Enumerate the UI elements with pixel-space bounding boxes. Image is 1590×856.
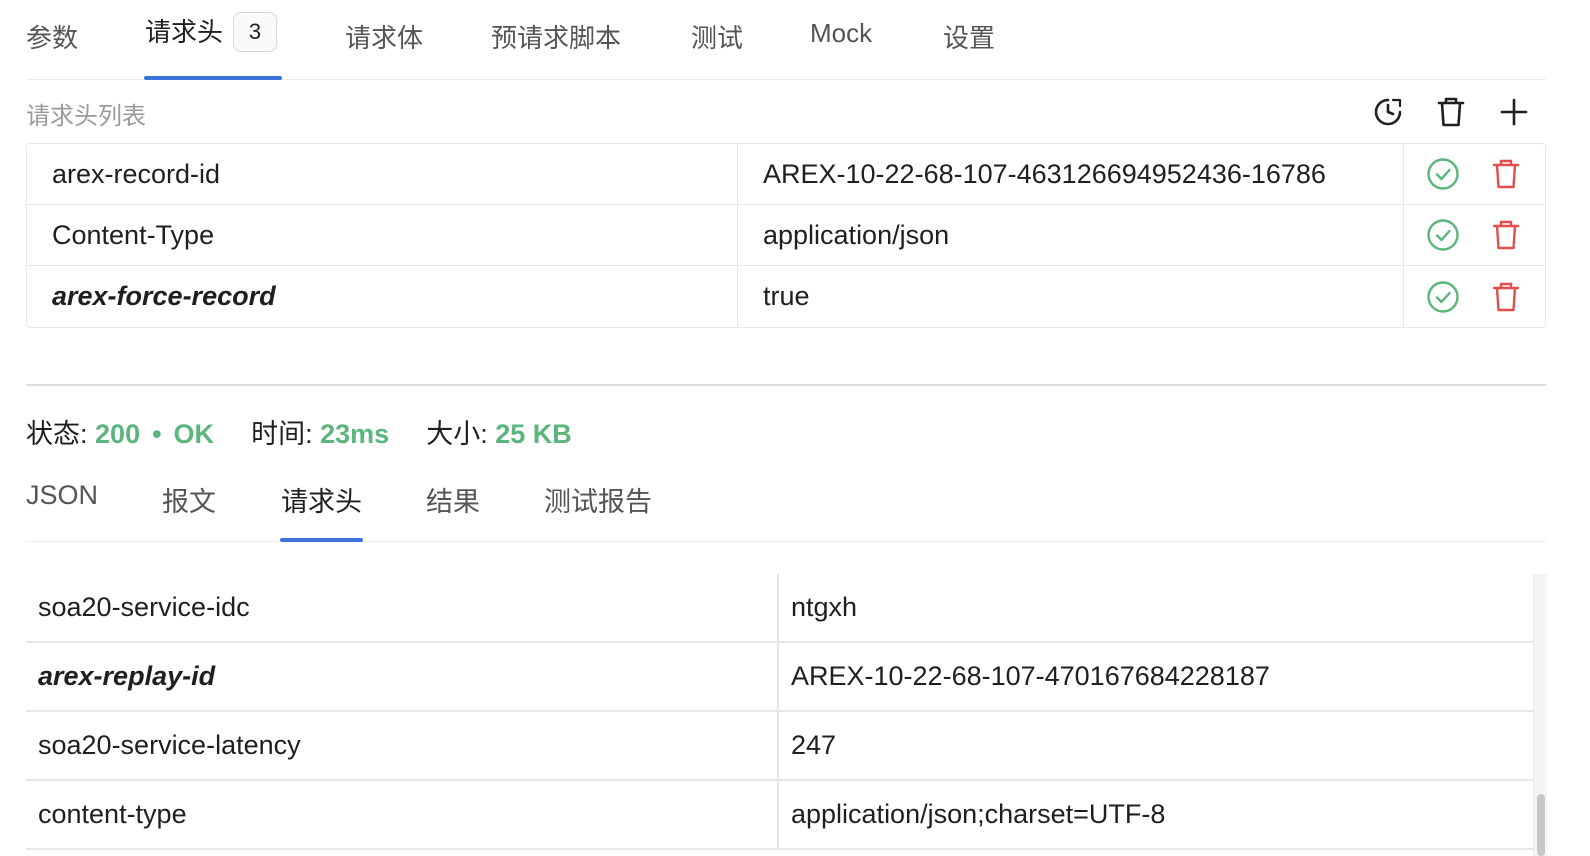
header-value-cell[interactable]: true: [738, 266, 1404, 327]
status-code: 200: [95, 419, 141, 449]
tab-test-report[interactable]: 测试报告: [544, 480, 652, 519]
check-circle-icon: [1427, 158, 1459, 190]
check-circle-icon: [1427, 219, 1459, 251]
request-tabs: 参数 请求头 3 请求体 预请求脚本 测试 Mock 设置: [26, 0, 1546, 80]
tab-tests[interactable]: 测试: [691, 18, 743, 55]
delete-icon: [1492, 282, 1520, 311]
tab-settings[interactable]: 设置: [943, 18, 995, 55]
history-icon: [1374, 98, 1402, 126]
header-value-cell[interactable]: AREX-10-22-68-107-463126694952436-16786: [738, 144, 1404, 204]
tab-result[interactable]: 结果: [426, 480, 480, 519]
vertical-scrollbar[interactable]: [1533, 574, 1547, 856]
plus-icon: [1500, 98, 1528, 126]
table-row: soa20-service-idc ntgxh: [26, 574, 1534, 643]
header-key-cell[interactable]: Content-Type: [27, 205, 738, 265]
response-time: 23ms: [320, 419, 390, 449]
status-label: 状态:: [26, 419, 88, 449]
tab-headers[interactable]: 请求头 3: [145, 12, 278, 54]
history-button[interactable]: [1368, 92, 1408, 132]
header-count-badge: 3: [233, 12, 278, 53]
delete-row-button[interactable]: [1488, 279, 1524, 315]
response-header-value: 247: [791, 730, 837, 760]
response-size: 25 KB: [495, 419, 572, 449]
delete-row-button[interactable]: [1488, 156, 1524, 192]
clear-headers-button[interactable]: [1431, 92, 1471, 132]
table-row: arex-replay-id AREX-10-22-68-107-4701676…: [26, 643, 1534, 712]
response-headers-table: soa20-service-idc ntgxh arex-replay-id A…: [26, 574, 1534, 850]
delete-icon: [1492, 220, 1520, 250]
response-tabs: JSON 报文 请求头 结果 测试报告: [26, 464, 1546, 542]
table-row: Content-Type application/json: [27, 205, 1545, 266]
status-text: OK: [173, 419, 215, 449]
table-row: arex-force-record true: [27, 266, 1545, 327]
scrollbar-thumb[interactable]: [1537, 794, 1545, 856]
tab-mock[interactable]: Mock: [810, 18, 872, 49]
table-row: arex-record-id AREX-10-22-68-107-4631266…: [27, 144, 1545, 205]
request-headers-table: arex-record-id AREX-10-22-68-107-4631266…: [26, 143, 1546, 328]
response-header-key: soa20-service-latency: [26, 712, 779, 779]
header-value-cell[interactable]: application/json: [738, 205, 1404, 265]
delete-row-button[interactable]: [1488, 217, 1524, 253]
panel-splitter[interactable]: [26, 384, 1546, 386]
response-header-value: AREX-10-22-68-107-470167684228187: [791, 661, 1270, 691]
time-label: 时间:: [251, 419, 313, 449]
active-tab-indicator: [144, 76, 282, 80]
table-row: soa20-service-latency 247: [26, 712, 1534, 781]
response-status-line: 状态: 200 • OK 时间: 23ms 大小: 25 KB: [26, 412, 572, 451]
tab-response-headers[interactable]: 请求头: [281, 480, 362, 519]
trash-icon: [1437, 97, 1465, 127]
row-actions: [1404, 144, 1545, 204]
response-header-value: ntgxh: [791, 592, 858, 622]
header-key-cell[interactable]: arex-force-record: [27, 266, 738, 327]
response-header-key: content-type: [26, 781, 779, 848]
size-label: 大小:: [426, 419, 488, 449]
tab-json[interactable]: JSON: [26, 480, 98, 511]
row-actions: [1404, 205, 1545, 265]
enable-toggle-button[interactable]: [1425, 279, 1461, 315]
tab-pre-request-script[interactable]: 预请求脚本: [491, 18, 621, 55]
tab-body[interactable]: 请求体: [345, 18, 423, 55]
tab-params[interactable]: 参数: [26, 18, 78, 55]
header-key-cell[interactable]: arex-record-id: [27, 144, 738, 204]
active-tab-indicator: [280, 538, 363, 542]
enable-toggle-button[interactable]: [1425, 156, 1461, 192]
header-list-title: 请求头列表: [26, 103, 146, 130]
status-separator: •: [152, 419, 162, 449]
row-actions: [1404, 266, 1545, 327]
check-circle-icon: [1427, 280, 1459, 313]
tab-headers-label: 请求头: [145, 17, 224, 47]
response-header-key: soa20-service-idc: [26, 574, 779, 641]
enable-toggle-button[interactable]: [1425, 217, 1461, 253]
response-header-key: arex-replay-id: [26, 643, 779, 710]
table-row: content-type application/json;charset=UT…: [26, 781, 1534, 850]
delete-icon: [1492, 159, 1520, 189]
response-header-value: application/json;charset=UTF-8: [791, 799, 1166, 829]
add-header-button[interactable]: [1494, 92, 1534, 132]
tab-raw[interactable]: 报文: [162, 480, 216, 519]
